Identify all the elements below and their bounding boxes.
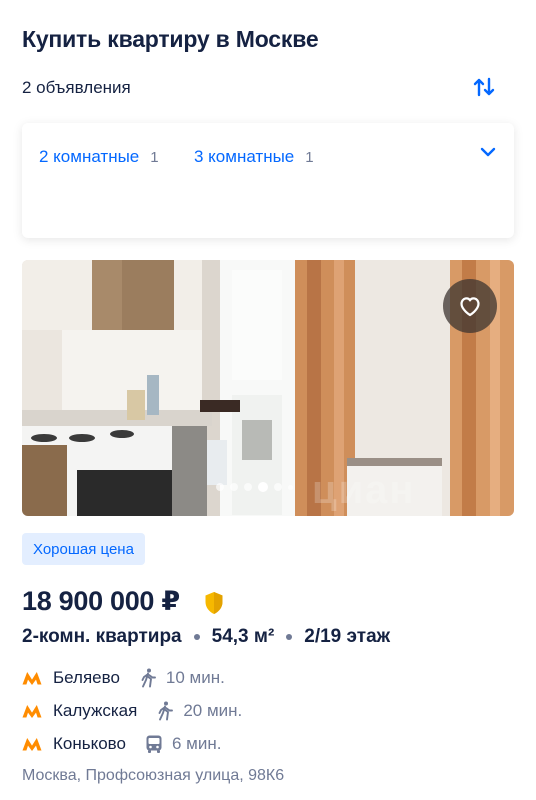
metro-station-name: Коньково: [53, 734, 126, 753]
room-type: 2-комн. квартира: [22, 626, 182, 647]
separator-dot: [193, 634, 200, 640]
room-filter-card: 2 комнатные 1 3 комнатные 1: [22, 123, 514, 238]
results-count: 2 объявления: [22, 78, 131, 97]
walk-icon: [158, 701, 174, 721]
metro-station-name: Беляево: [53, 668, 120, 687]
page-title: Купить квартиру в Москве: [22, 26, 319, 52]
slide-indicator: [216, 482, 293, 492]
listing-price: 18 900 000 ₽: [22, 586, 180, 616]
slide-dot: [244, 483, 252, 491]
travel-time: 20 мин.: [183, 701, 243, 720]
watermark-text: циан: [312, 468, 416, 512]
shield-icon: [205, 592, 223, 614]
slide-dot: [216, 483, 224, 491]
separator-dot: [286, 634, 293, 640]
metro-item: Беляево 10 мин.: [22, 665, 225, 691]
sort-icon: [473, 77, 495, 97]
listing-address: Москва, Профсоюзная улица, 98К6: [22, 767, 285, 784]
good-price-badge: Хорошая цена: [22, 533, 145, 565]
slide-dot: [230, 483, 238, 491]
apartment-photo-image: [22, 260, 514, 516]
chip-count: 1: [305, 149, 314, 166]
chip-count: 1: [150, 149, 159, 166]
bus-icon: [146, 735, 162, 753]
metro-station-name: Калужская: [53, 701, 138, 720]
walk-icon: [141, 668, 156, 688]
sort-button[interactable]: [470, 73, 498, 101]
metro-icon: [22, 672, 42, 685]
chip-label: 2 комнатные: [39, 147, 140, 166]
metro-item: Коньково 6 мин.: [22, 731, 221, 757]
listing-photo[interactable]: циан: [22, 260, 514, 516]
metro-item: Калужская 20 мин.: [22, 698, 242, 724]
slide-dot: [288, 484, 293, 490]
filter-chip-3-rooms[interactable]: 3 комнатные 1: [194, 147, 314, 167]
expand-filters-button[interactable]: [476, 140, 500, 164]
filter-chip-2-rooms[interactable]: 2 комнатные 1: [39, 147, 159, 167]
metro-icon: [22, 738, 42, 751]
floor: 2/19 этаж: [304, 626, 391, 647]
heart-icon: [460, 297, 480, 317]
favorite-button[interactable]: [443, 279, 497, 333]
slide-dot-active: [258, 482, 268, 492]
metro-icon: [22, 705, 42, 718]
travel-time: 10 мин.: [165, 668, 225, 687]
chip-label: 3 комнатные: [194, 147, 295, 166]
area: 54,3 м²: [211, 626, 275, 647]
slide-dot: [274, 483, 282, 491]
chevron-down-icon: [480, 147, 496, 157]
listing-params: 2-комн. квартира 54,3 м² 2/19 этаж: [22, 626, 390, 648]
travel-time: 6 мин.: [171, 734, 222, 753]
